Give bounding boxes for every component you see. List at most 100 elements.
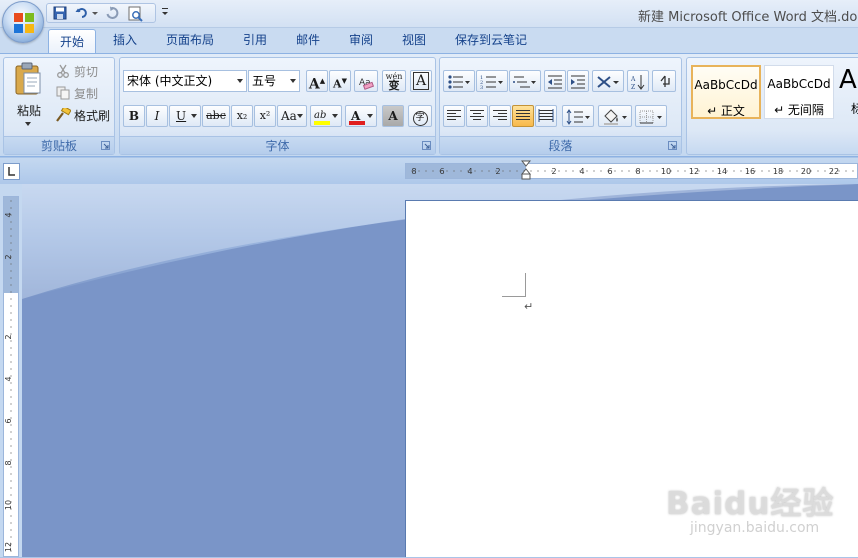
line-spacing-icon [566, 109, 590, 125]
character-border-icon: A [412, 72, 430, 90]
undo-icon[interactable] [75, 6, 91, 22]
align-center-icon [470, 110, 484, 120]
style-sample: AaBbCcDd [767, 77, 831, 91]
bullets-button[interactable] [443, 70, 475, 92]
grow-font-button[interactable]: A▲ [306, 70, 328, 93]
print-preview-icon[interactable] [127, 6, 147, 22]
copy-button[interactable]: 复制 [54, 84, 112, 102]
highlight-button[interactable]: ab [310, 105, 342, 127]
indent-marker-icon[interactable] [521, 160, 531, 180]
chevron-down-icon [237, 79, 243, 83]
strikethrough-button[interactable]: abc [202, 105, 230, 127]
ribbon: 粘贴 剪切 复制 格式刷 剪贴板 宋体 (中文正文) 五号 A▲ A▼ Aa w… [0, 53, 858, 157]
watermark-subtext: jingyan.baidu.com [690, 520, 820, 536]
numbering-button[interactable]: 123 [476, 70, 508, 92]
tab-insert[interactable]: 插入 [103, 28, 147, 53]
increase-indent-icon [571, 75, 585, 89]
clear-formatting-icon: Aa [359, 78, 374, 90]
style-heading-1[interactable]: A 标 [837, 65, 858, 119]
shading-button[interactable] [598, 105, 632, 127]
decrease-indent-button[interactable] [544, 70, 566, 92]
format-painter-button[interactable]: 格式刷 [54, 106, 114, 124]
save-icon[interactable] [53, 6, 69, 22]
grow-font-icon: A [308, 76, 320, 93]
ruler-tick-label: 22 [829, 167, 839, 176]
underline-button[interactable]: U [169, 105, 201, 127]
tab-save-to-cloud-notes[interactable]: 保存到云笔记 [445, 28, 537, 53]
tab-selector-button[interactable] [3, 163, 20, 180]
dialog-launcher-icon[interactable] [422, 141, 431, 150]
clear-formatting-button[interactable]: Aa [354, 70, 378, 92]
align-left-button[interactable] [443, 105, 465, 127]
justify-button[interactable] [512, 105, 534, 127]
font-color-button[interactable]: A [345, 105, 377, 127]
ruler-tick-label: 14 [717, 167, 727, 176]
customize-icon[interactable] [160, 5, 172, 19]
paste-button[interactable]: 粘贴 [8, 60, 48, 132]
style-no-spacing[interactable]: AaBbCcDd ↵ 无间隔 [764, 65, 834, 119]
align-center-button[interactable] [466, 105, 488, 127]
text-boundary-corner [502, 273, 526, 297]
italic-button[interactable]: I [146, 105, 168, 127]
change-case-button[interactable]: Aa [277, 105, 307, 127]
ruler-tick-label: 2 [4, 334, 13, 339]
superscript-button[interactable]: x² [254, 105, 276, 127]
style-normal[interactable]: AaBbCcDd ↵ 正文 [691, 65, 761, 119]
tab-stop-icon [8, 167, 15, 176]
shrink-font-button[interactable]: A▼ [329, 70, 351, 92]
tab-view[interactable]: 视图 [392, 28, 436, 53]
distributed-button[interactable] [535, 105, 557, 127]
subscript-button[interactable]: x₂ [231, 105, 253, 127]
tab-references[interactable]: 引用 [233, 28, 277, 53]
highlight-color-bar [314, 121, 330, 125]
style-sample: A [839, 65, 857, 95]
character-shading-button[interactable]: A [382, 105, 404, 127]
phonetic-guide-button[interactable]: wén 变 [382, 70, 406, 92]
svg-text:3: 3 [480, 85, 483, 90]
borders-button[interactable] [635, 105, 667, 127]
bullets-icon [448, 75, 470, 89]
shrink-font-icon: A [333, 77, 342, 91]
show-paragraph-marks-button[interactable] [652, 70, 676, 92]
cut-button[interactable]: 剪切 [54, 62, 112, 80]
tab-review[interactable]: 审阅 [339, 28, 383, 53]
dialog-launcher-icon[interactable] [668, 141, 677, 150]
tab-mailings[interactable]: 邮件 [286, 28, 330, 53]
ruler-tick-label: 18 [773, 167, 783, 176]
dialog-launcher-icon[interactable] [101, 141, 110, 150]
paragraph-group: 123 AZ 段落 [439, 57, 682, 155]
sort-button[interactable]: AZ [627, 70, 649, 92]
paragraph-mark: ↵ [524, 300, 534, 313]
underline-icon: U [176, 109, 187, 123]
chinese-layout-button[interactable] [592, 70, 624, 92]
font-name-value: 宋体 (中文正文) [127, 74, 213, 88]
tab-page-layout[interactable]: 页面布局 [156, 28, 224, 53]
line-spacing-button[interactable] [562, 105, 594, 127]
ruler-tick-label: 10 [4, 500, 13, 510]
ruler-bar: 8 6 4 2 2 4 6 8 10 12 14 16 18 20 22 [0, 158, 858, 184]
enclose-characters-button[interactable]: 字 [408, 105, 432, 127]
chevron-down-icon [290, 79, 296, 83]
svg-text:Z: Z [631, 84, 635, 90]
tab-home[interactable]: 开始 [48, 29, 96, 54]
font-size-combo[interactable]: 五号 [248, 70, 300, 92]
increase-indent-button[interactable] [567, 70, 589, 92]
align-right-icon [493, 110, 507, 120]
multilevel-list-button[interactable] [509, 70, 541, 92]
font-name-combo[interactable]: 宋体 (中文正文) [123, 70, 247, 92]
ruler-tick-label: 8 [4, 460, 13, 465]
horizontal-ruler[interactable]: 8 6 4 2 2 4 6 8 10 12 14 16 18 20 22 [405, 160, 858, 180]
borders-icon [639, 110, 662, 124]
chevron-down-icon [367, 114, 373, 118]
undo-dropdown-icon[interactable] [91, 6, 99, 22]
align-left-icon [447, 110, 461, 120]
vertical-ruler[interactable]: 4 2 2 4 6 8 10 12 [3, 196, 19, 557]
sort-icon: AZ [630, 75, 645, 90]
redo-icon[interactable] [105, 6, 121, 22]
office-button[interactable] [2, 1, 44, 43]
watermark-text: Baidu经验 [666, 486, 835, 522]
clipboard-group: 粘贴 剪切 复制 格式刷 剪贴板 [3, 57, 115, 155]
align-right-button[interactable] [489, 105, 511, 127]
bold-button[interactable]: B [123, 105, 145, 127]
character-border-button[interactable]: A [410, 70, 432, 92]
